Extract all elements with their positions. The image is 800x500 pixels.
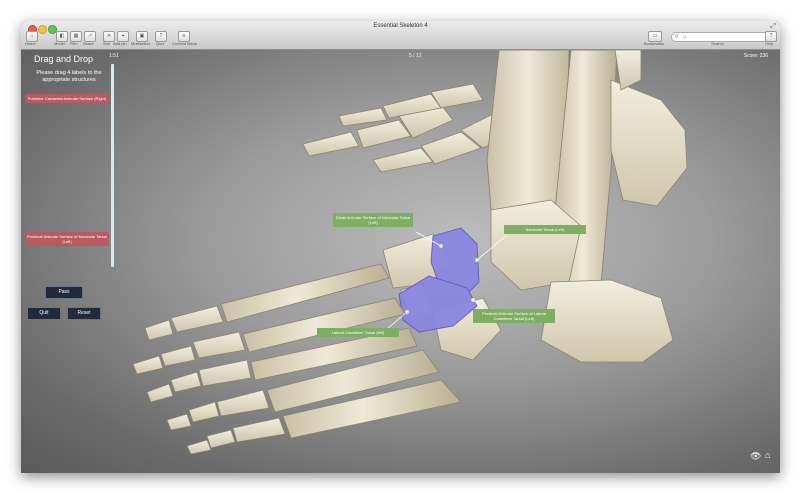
quiz-timer: 1:51 bbox=[109, 53, 119, 59]
search-input[interactable]: ⚲ Q- bbox=[671, 32, 777, 42]
content-menu-label: Content Menu bbox=[172, 41, 198, 46]
reset-button[interactable]: Reset bbox=[67, 307, 101, 320]
quiz-title: Drag and Drop bbox=[34, 54, 94, 64]
search-icon: ⚲ bbox=[675, 34, 679, 40]
eye-icon[interactable]: 👁 bbox=[750, 451, 761, 462]
score-display: Score: 236 bbox=[743, 53, 768, 59]
placed-label-distal-navicular[interactable]: Distal Articular Surface of Navicular Ta… bbox=[333, 213, 413, 227]
film-label: Film bbox=[70, 41, 78, 46]
quiz-label: Quiz bbox=[156, 41, 165, 46]
help-label: Help bbox=[765, 41, 774, 46]
placed-label-navicular[interactable]: Navicular Tarsal (Left) bbox=[504, 225, 586, 234]
model-label: Model bbox=[54, 41, 65, 46]
leader-line-navicular bbox=[476, 234, 508, 261]
share-label: Share bbox=[83, 41, 94, 46]
sun-label: Sun bbox=[103, 41, 111, 46]
multiselect-label: Multiselect bbox=[131, 41, 150, 46]
pass-button[interactable]: Pass bbox=[45, 286, 83, 299]
home-label: Home bbox=[25, 41, 36, 46]
add-pin-label: Add pin bbox=[113, 41, 127, 46]
placed-label-lateral-cuneiform[interactable]: Lateral Cuneiform Tarsal (left) bbox=[317, 328, 399, 337]
quiz-instructions: Please drag 4 labels to the appropriate … bbox=[36, 70, 102, 83]
quiz-viewport[interactable]: Drag and Drop Please drag 4 labels to th… bbox=[21, 50, 780, 473]
home-icon[interactable]: ⌂ bbox=[765, 450, 770, 460]
placed-label-proximal-lateral-cuneiform[interactable]: Proximal Articular Surface of Lateral Cu… bbox=[473, 309, 555, 323]
search-label: Search bbox=[711, 41, 724, 46]
question-progress: 5 / 12 bbox=[409, 53, 422, 59]
time-remaining-bar bbox=[111, 64, 114, 267]
draggable-label-proximal-navicular[interactable]: Proximal Articular Surface of Navicular … bbox=[25, 232, 109, 246]
leader-dot-lateral-cuneiform bbox=[405, 310, 409, 314]
draggable-label-posterior-calcaneal[interactable]: Posterior Calcaneal Articular Surface (R… bbox=[25, 94, 109, 103]
leader-dot-navicular bbox=[475, 258, 479, 262]
app-window: Essential Skeleton 4 ⤢ ⌂ Home ◧ Model ▦ … bbox=[21, 21, 780, 473]
leader-dot-proximal-lateral-cuneiform bbox=[471, 298, 475, 302]
window-title: Essential Skeleton 4 bbox=[373, 23, 428, 29]
leader-line-distal-navicular bbox=[415, 231, 442, 247]
fullscreen-icon[interactable]: ⤢ bbox=[770, 23, 776, 31]
leader-dot-distal-navicular bbox=[439, 244, 443, 248]
title-bar: Essential Skeleton 4 ⤢ ⌂ Home ◧ Model ▦ … bbox=[21, 21, 780, 50]
bookmarks-label: Bookmarks bbox=[644, 41, 665, 46]
search-placeholder: Q- bbox=[683, 34, 688, 39]
label-leader-lines bbox=[380, 231, 508, 335]
quit-button[interactable]: Quit bbox=[27, 307, 61, 320]
